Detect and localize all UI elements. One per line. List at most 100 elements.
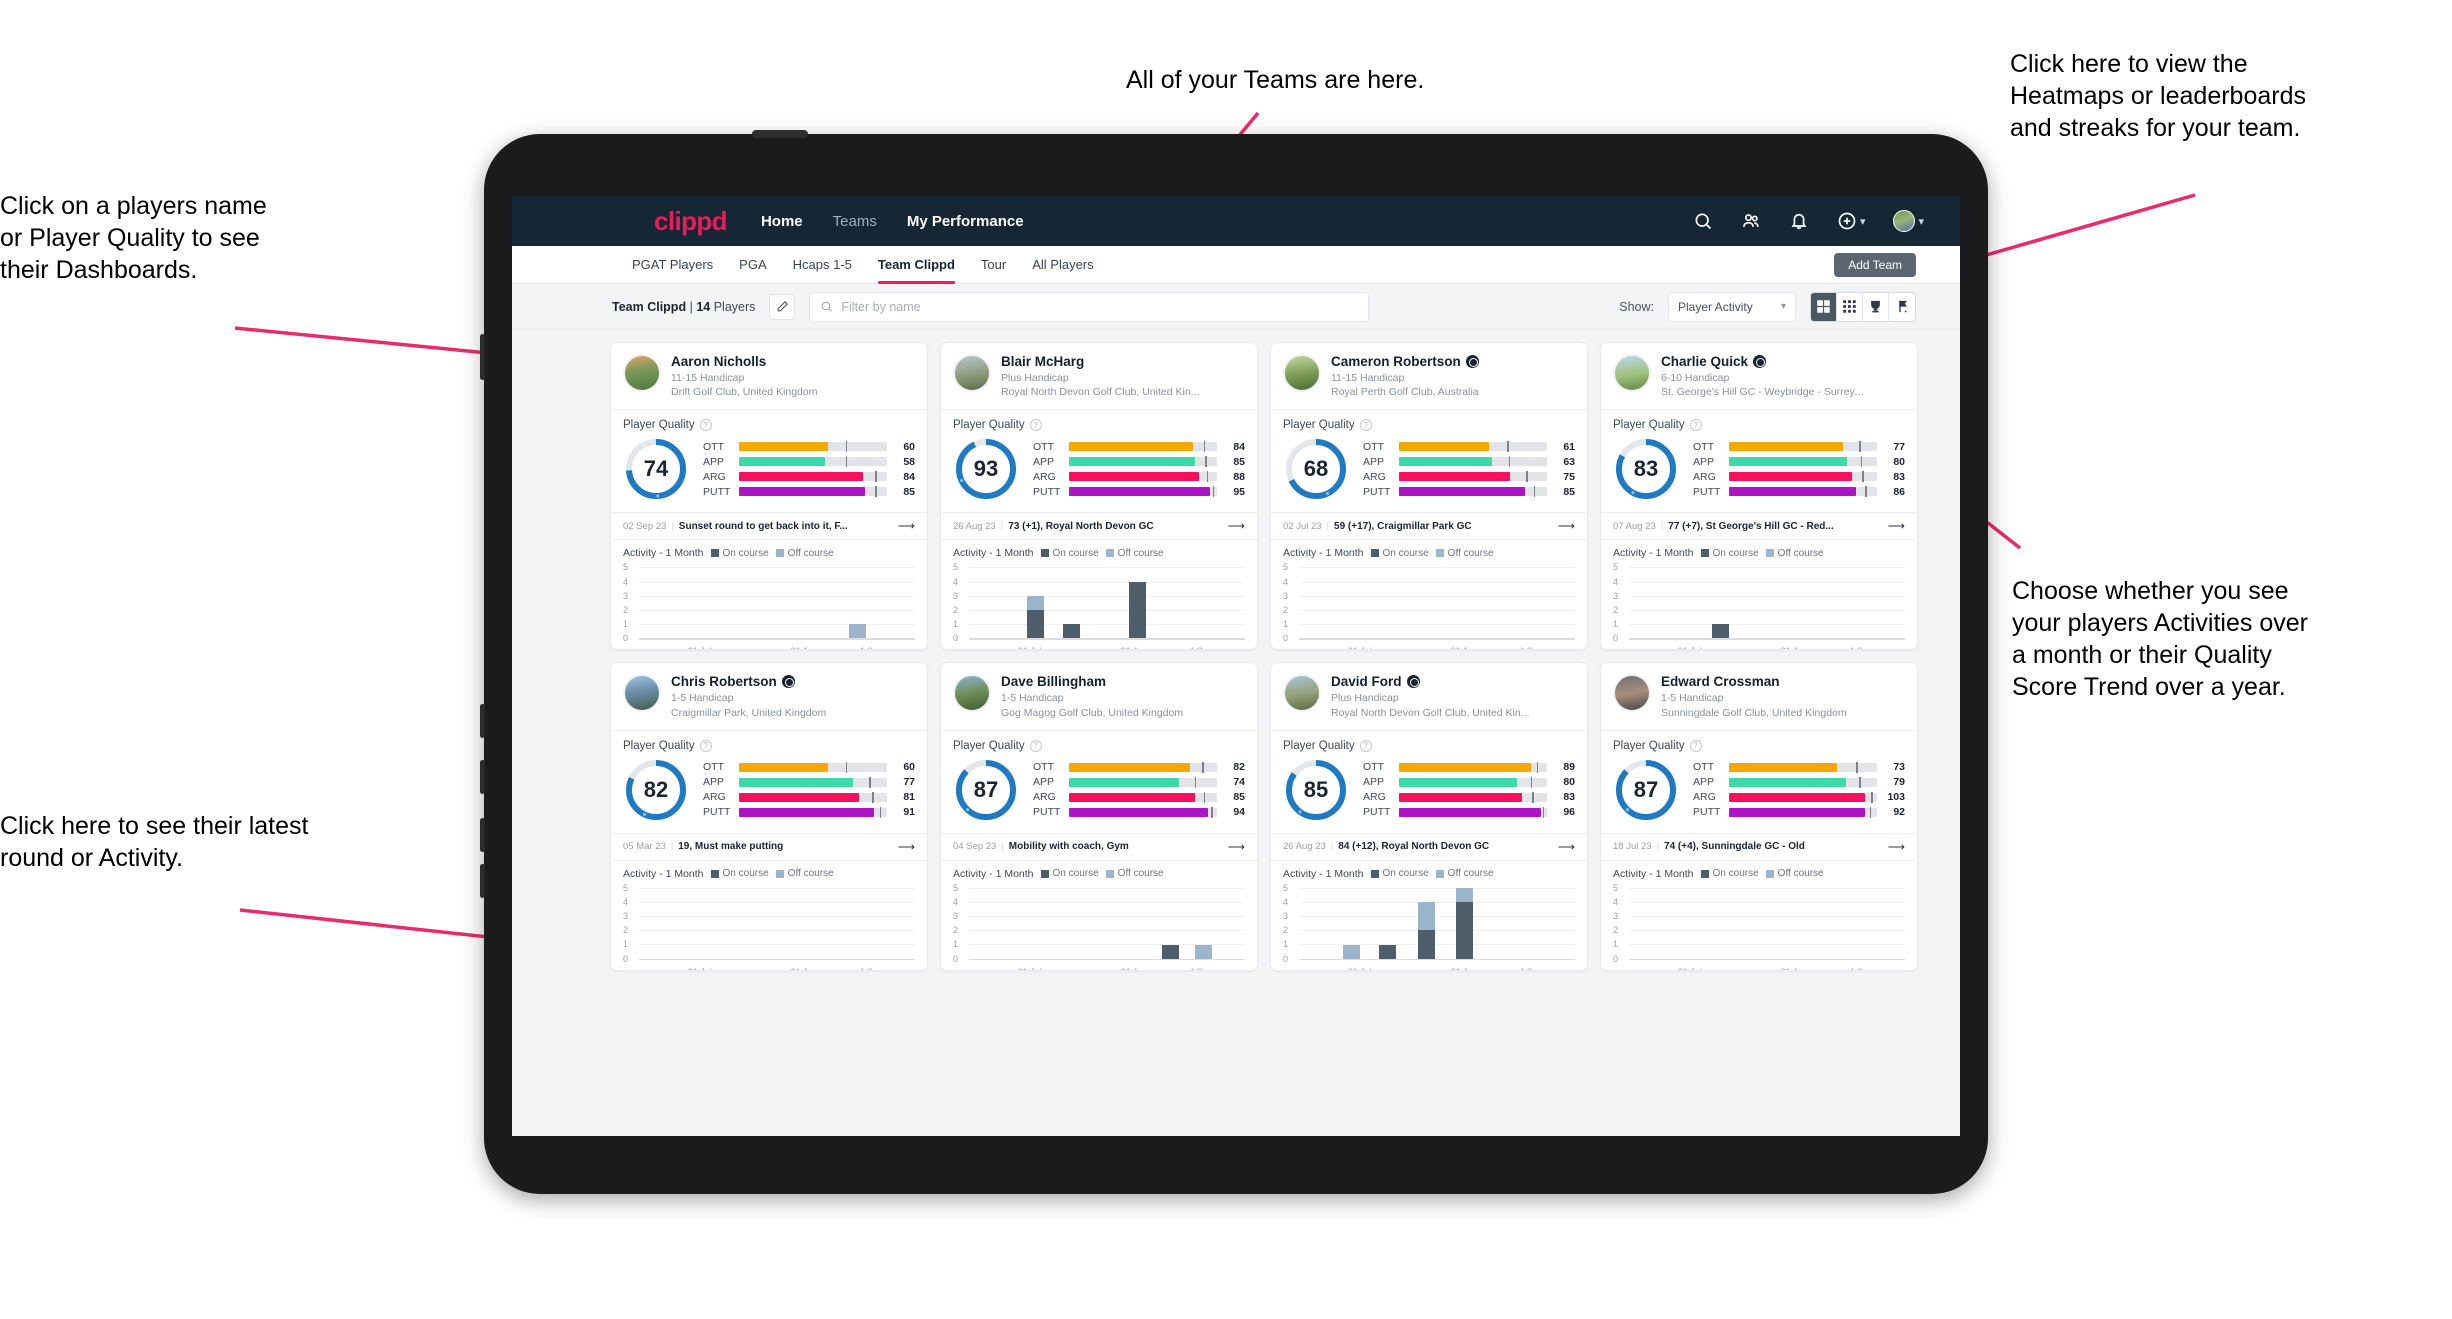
add-team-button[interactable]: Add Team bbox=[1834, 253, 1916, 277]
player-quality-body[interactable]: 74 OTT 60 APP 58 ARG 84 PUTT 85 bbox=[611, 434, 927, 512]
tab-hcaps-1-5[interactable]: Hcaps 1-5 bbox=[793, 246, 852, 284]
activity-chart: 5 4 3 2 1 0 31 Jul 21 Aug 4 Sep bbox=[623, 562, 915, 649]
arrow-right-icon[interactable]: ⟶ bbox=[1888, 519, 1905, 533]
player-card-header[interactable]: Aaron Nicholls 11-15 Handicap Drift Golf C… bbox=[611, 343, 927, 409]
nav-link-my-performance[interactable]: My Performance bbox=[907, 213, 1024, 230]
chevron-down-icon: ▾ bbox=[1859, 215, 1866, 228]
latest-round-row[interactable]: 05 Mar 23 | 19, Must make putting ⟶ bbox=[611, 832, 927, 861]
search-icon[interactable] bbox=[1693, 211, 1713, 231]
player-card-header[interactable]: Dave Billingham 1-5 Handicap Gog Magog Gol… bbox=[941, 663, 1257, 729]
help-icon[interactable]: ? bbox=[1689, 739, 1702, 752]
player-quality-body[interactable]: 93 OTT 84 APP 85 ARG 88 PUTT 95 bbox=[941, 434, 1257, 512]
annotation-heatmaps: Click here to view the Heatmaps or leade… bbox=[2010, 50, 2306, 142]
tab-pga[interactable]: PGA bbox=[739, 246, 766, 284]
metric-label: OTT bbox=[1693, 440, 1714, 453]
player-quality-body[interactable]: 82 OTT 60 APP 77 ARG 81 PUTT 91 bbox=[611, 755, 927, 833]
player-card[interactable]: Dave Billingham 1-5 Handicap Gog Magog Gol… bbox=[940, 662, 1258, 971]
player-quality-ring: 87 bbox=[1613, 757, 1679, 823]
activity-header: Activity - 1 Month On course Off course bbox=[611, 540, 927, 561]
player-card-header[interactable]: Cameron Robertson 11-15 Handicap Royal Per… bbox=[1271, 343, 1587, 409]
player-card-header[interactable]: Edward Crossman 1-5 Handicap Sunningdale G… bbox=[1601, 663, 1917, 729]
plus-circle-button[interactable]: ▾ bbox=[1837, 211, 1866, 231]
player-card-header[interactable]: David Ford Plus Handicap Royal North Devon… bbox=[1271, 663, 1587, 729]
player-quality-body[interactable]: 85 OTT 89 APP 80 ARG 83 PUTT 96 bbox=[1271, 755, 1587, 833]
arrow-right-icon[interactable]: ⟶ bbox=[898, 840, 915, 854]
arrow-right-icon[interactable]: ⟶ bbox=[1558, 519, 1575, 533]
tab-pgat-players[interactable]: PGAT Players bbox=[632, 246, 713, 284]
metric-label: APP bbox=[1693, 776, 1715, 789]
player-card-header[interactable]: Blair McHarg Plus Handicap Royal North Dev… bbox=[941, 343, 1257, 409]
player-quality-ring: 87 bbox=[953, 757, 1019, 823]
tab-team-clippd[interactable]: Team Clippd bbox=[877, 246, 955, 284]
grid-small-icon-button[interactable] bbox=[1837, 292, 1863, 321]
player-card-header[interactable]: Chris Robertson 1-5 Handicap Craigmillar P… bbox=[611, 663, 927, 729]
player-name-row[interactable]: Dave Billingham bbox=[1001, 674, 1183, 689]
latest-round-row[interactable]: 26 Aug 23 | 73 (+1), Royal North Devon GC ⟶ bbox=[941, 512, 1257, 541]
search-input[interactable]: Filter by name bbox=[809, 291, 1370, 322]
help-icon[interactable]: ? bbox=[1029, 419, 1042, 432]
round-date: 02 Jul 23 bbox=[1283, 520, 1322, 532]
player-quality-body[interactable]: 87 OTT 73 APP 79 ARG 103 PUTT 92 bbox=[1601, 755, 1917, 833]
metric-bar-list: OTT 77 APP 80 ARG 83 PUTT 86 bbox=[1687, 441, 1905, 498]
player-card[interactable]: Aaron Nicholls 11-15 Handicap Drift Golf C… bbox=[610, 342, 928, 651]
player-name-row[interactable]: David Ford bbox=[1331, 674, 1529, 689]
player-name-row[interactable]: Cameron Robertson bbox=[1331, 354, 1479, 369]
people-icon[interactable] bbox=[1741, 211, 1761, 231]
metric-value: 77 bbox=[1893, 440, 1905, 453]
help-icon[interactable]: ? bbox=[1359, 739, 1372, 752]
player-card-header[interactable]: Charlie Quick 6-10 Handicap St. George's H… bbox=[1601, 343, 1917, 409]
show-mode-select[interactable]: Player Activity ▾ bbox=[1668, 291, 1796, 322]
player-card[interactable]: Charlie Quick 6-10 Handicap St. George's H… bbox=[1600, 342, 1918, 651]
x-axis-tick-labels: 31 Jul 21 Aug 4 Sep bbox=[969, 967, 1245, 970]
clippd-logo[interactable]: clippd bbox=[654, 206, 728, 237]
help-icon[interactable]: ? bbox=[1689, 419, 1702, 432]
latest-round-row[interactable]: 26 Aug 23 | 84 (+12), Royal North Devon GC… bbox=[1271, 832, 1587, 861]
player-quality-body[interactable]: 68 OTT 61 APP 63 ARG 75 PUTT 85 bbox=[1271, 434, 1587, 512]
player-card[interactable]: Edward Crossman 1-5 Handicap Sunningdale G… bbox=[1600, 662, 1918, 971]
player-name-row[interactable]: Chris Robertson bbox=[671, 674, 826, 689]
player-quality-body[interactable]: 83 OTT 77 APP 80 ARG 83 PUTT 86 bbox=[1601, 434, 1917, 512]
chevron-down-icon: ▾ bbox=[1780, 301, 1786, 312]
help-icon[interactable]: ? bbox=[699, 419, 712, 432]
metric-label: OTT bbox=[703, 761, 724, 774]
help-icon[interactable]: ? bbox=[1359, 419, 1372, 432]
latest-round-row[interactable]: 18 Jul 23 | 74 (+4), Sunningdale GC - Old ⟶ bbox=[1601, 832, 1917, 861]
help-icon[interactable]: ? bbox=[699, 739, 712, 752]
player-card[interactable]: Cameron Robertson 11-15 Handicap Royal Per… bbox=[1270, 342, 1588, 651]
tab-tour[interactable]: Tour bbox=[981, 246, 1006, 284]
edit-team-button[interactable] bbox=[769, 293, 796, 320]
legend-off-label: Off course bbox=[1777, 868, 1824, 880]
y-axis-tick: 2 bbox=[623, 925, 629, 936]
flag-icon-button[interactable] bbox=[1889, 293, 1915, 321]
arrow-right-icon[interactable]: ⟶ bbox=[898, 519, 915, 533]
latest-round-row[interactable]: 02 Sep 23 | Sunset round to get back into … bbox=[611, 512, 927, 541]
user-menu-button[interactable]: ▾ bbox=[1893, 210, 1924, 232]
player-name-row[interactable]: Charlie Quick bbox=[1661, 354, 1866, 369]
grid-large-icon-button[interactable] bbox=[1811, 292, 1837, 321]
arrow-right-icon[interactable]: ⟶ bbox=[1558, 840, 1575, 854]
player-name-row[interactable]: Blair McHarg bbox=[1001, 354, 1199, 369]
player-name-row[interactable]: Aaron Nicholls bbox=[671, 354, 817, 369]
bell-icon[interactable] bbox=[1789, 211, 1809, 231]
arrow-right-icon[interactable]: ⟶ bbox=[1228, 840, 1245, 854]
player-name-row[interactable]: Edward Crossman bbox=[1661, 674, 1847, 689]
player-card[interactable]: David Ford Plus Handicap Royal North Devon… bbox=[1270, 662, 1588, 971]
metric-row: ARG 81 bbox=[703, 791, 915, 803]
nav-link-teams[interactable]: Teams bbox=[833, 213, 877, 230]
round-date: 26 Aug 23 bbox=[1283, 841, 1326, 853]
latest-round-row[interactable]: 07 Aug 23 | 77 (+7), St George's Hill GC -… bbox=[1601, 512, 1917, 541]
latest-round-row[interactable]: 02 Jul 23 | 59 (+17), Craigmillar Park GC ⟶ bbox=[1271, 512, 1587, 541]
metric-fill bbox=[1399, 762, 1531, 772]
metric-benchmark-tick bbox=[1206, 471, 1209, 483]
arrow-right-icon[interactable]: ⟶ bbox=[1888, 840, 1905, 854]
player-quality-body[interactable]: 87 OTT 82 APP 74 ARG 85 PUTT 94 bbox=[941, 755, 1257, 833]
trophy-icon-button[interactable] bbox=[1863, 292, 1889, 321]
tab-all-players[interactable]: All Players bbox=[1032, 246, 1093, 284]
latest-round-row[interactable]: 04 Sep 23 | Mobility with coach, Gym ⟶ bbox=[941, 832, 1257, 861]
help-icon[interactable]: ? bbox=[1029, 739, 1042, 752]
arrow-right-icon[interactable]: ⟶ bbox=[1228, 519, 1245, 533]
filter-bar: Team Clippd | 14 Players Filter by name … bbox=[512, 284, 1960, 330]
player-card[interactable]: Chris Robertson 1-5 Handicap Craigmillar P… bbox=[610, 662, 928, 971]
player-card[interactable]: Blair McHarg Plus Handicap Royal North Dev… bbox=[940, 342, 1258, 651]
nav-link-home[interactable]: Home bbox=[761, 213, 803, 230]
